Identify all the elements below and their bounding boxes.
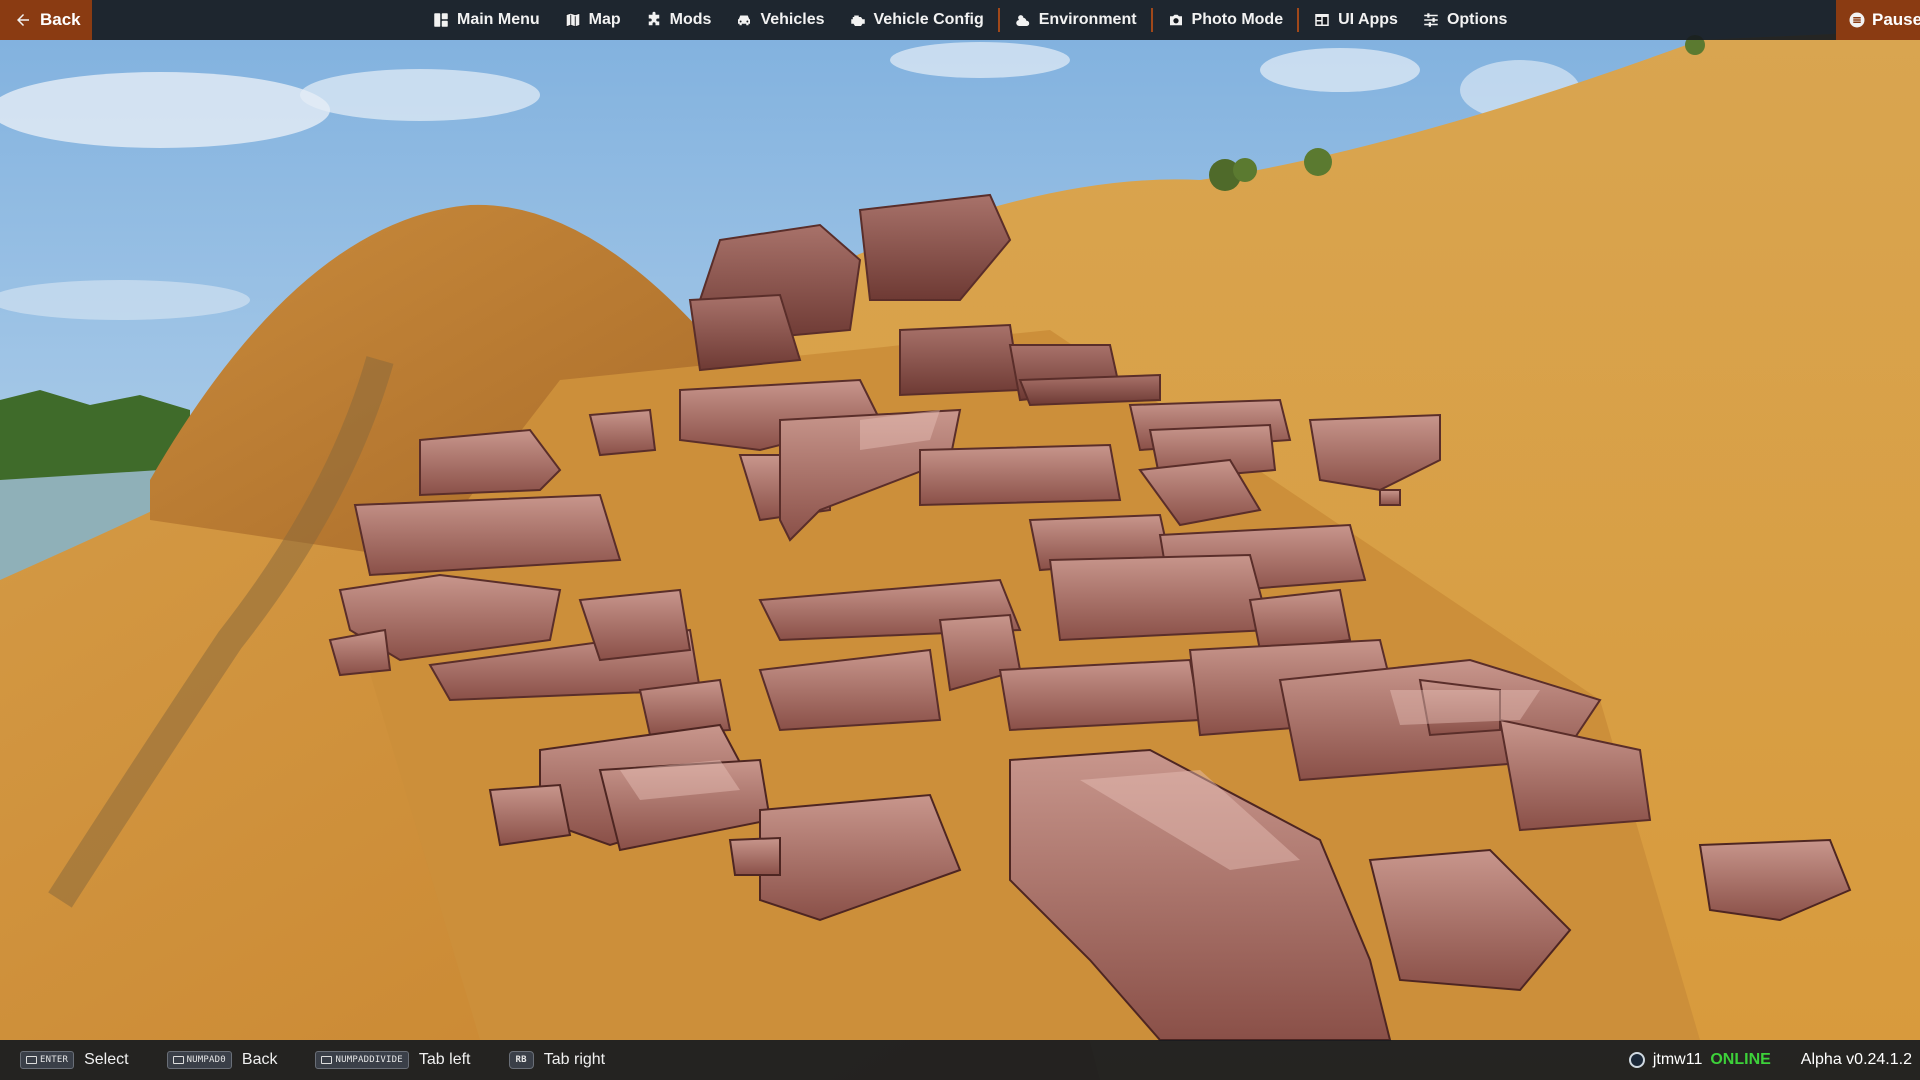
weather-icon bbox=[1014, 11, 1032, 29]
version-label: Alpha v0.24.1.2 bbox=[1800, 1051, 1912, 1068]
menu-item-label: Mods bbox=[669, 11, 712, 28]
rb-button-icon: RB bbox=[508, 1051, 534, 1069]
menu-item-label: Options bbox=[1446, 11, 1508, 28]
ui-apps-icon bbox=[1313, 11, 1331, 29]
keyboard-icon bbox=[172, 1056, 184, 1064]
user-status[interactable]: jtmw11 ONLINE bbox=[1628, 1051, 1771, 1069]
steam-icon bbox=[1628, 1052, 1645, 1068]
menu-divider bbox=[1150, 8, 1153, 32]
menu-item-label: Vehicle Config bbox=[873, 11, 984, 28]
key-badge: NUMPAD0 bbox=[166, 1051, 232, 1069]
status-area: jtmw11 ONLINE Alpha v0.24.1.2 bbox=[1628, 1040, 1920, 1080]
keyboard-icon bbox=[26, 1056, 37, 1064]
online-status: ONLINE bbox=[1710, 1051, 1771, 1068]
menu-item-ui-apps[interactable]: UI Apps bbox=[1301, 0, 1410, 40]
menu-item-label: UI Apps bbox=[1338, 11, 1398, 28]
key-label: ENTER bbox=[40, 1055, 69, 1065]
hint-tab-left[interactable]: NUMPADDIVIDE Tab left bbox=[315, 1051, 471, 1069]
menu-item-map[interactable]: Map bbox=[552, 0, 633, 40]
key-badge: ENTER bbox=[20, 1051, 75, 1069]
username: jtmw11 bbox=[1652, 1051, 1703, 1068]
canyon-scene bbox=[0, 0, 1920, 1080]
puzzle-icon bbox=[645, 11, 663, 29]
back-button[interactable]: Back bbox=[0, 0, 92, 40]
hint-label: Tab right bbox=[543, 1051, 606, 1068]
camera-icon bbox=[1167, 11, 1185, 29]
menu-item-environment[interactable]: Environment bbox=[1002, 0, 1149, 40]
main-navigation: Main Menu Map Mods Vehicles Vehicle Conf… bbox=[420, 0, 1519, 40]
menu-divider bbox=[997, 8, 1000, 32]
menu-item-vehicle-config[interactable]: Vehicle Config bbox=[837, 0, 996, 40]
top-menu-bar: Back Main Menu Map Mods Vehicles Vehicle… bbox=[0, 0, 1920, 40]
car-icon bbox=[735, 11, 753, 29]
pause-icon bbox=[1848, 11, 1866, 29]
engine-icon bbox=[849, 11, 867, 29]
arrow-left-icon bbox=[14, 11, 32, 29]
pause-button-label: Pause bbox=[1872, 10, 1920, 29]
main-menu-icon bbox=[432, 11, 450, 29]
menu-item-main-menu[interactable]: Main Menu bbox=[420, 0, 552, 40]
hint-tab-right[interactable]: RB Tab right bbox=[508, 1051, 606, 1069]
keyboard-icon bbox=[321, 1056, 333, 1064]
map-icon bbox=[564, 11, 582, 29]
hint-back[interactable]: NUMPAD0 Back bbox=[166, 1051, 278, 1069]
pause-button[interactable]: Pause bbox=[1836, 0, 1920, 40]
menu-divider bbox=[1297, 8, 1300, 32]
bottom-hint-bar: ENTER Select NUMPAD0 Back NUMPADDIVIDE T… bbox=[0, 1040, 1920, 1080]
menu-item-label: Map bbox=[588, 11, 621, 28]
key-label: NUMPADDIVIDE bbox=[335, 1055, 403, 1065]
hint-label: Back bbox=[241, 1051, 278, 1068]
game-viewport bbox=[0, 0, 1920, 1080]
hint-select[interactable]: ENTER Select bbox=[20, 1051, 129, 1069]
menu-item-label: Vehicles bbox=[760, 11, 825, 28]
sliders-icon bbox=[1422, 11, 1440, 29]
menu-item-label: Environment bbox=[1038, 11, 1137, 28]
menu-item-mods[interactable]: Mods bbox=[633, 0, 724, 40]
key-badge: NUMPADDIVIDE bbox=[315, 1051, 409, 1069]
back-button-label: Back bbox=[40, 10, 81, 29]
menu-item-photo-mode[interactable]: Photo Mode bbox=[1155, 0, 1296, 40]
menu-item-label: Main Menu bbox=[457, 11, 540, 28]
hint-label: Select bbox=[84, 1051, 129, 1068]
hint-label: Tab left bbox=[418, 1051, 471, 1068]
menu-item-options[interactable]: Options bbox=[1410, 0, 1519, 40]
key-label: NUMPAD0 bbox=[186, 1055, 226, 1065]
menu-item-label: Photo Mode bbox=[1191, 11, 1284, 28]
menu-item-vehicles[interactable]: Vehicles bbox=[723, 0, 836, 40]
